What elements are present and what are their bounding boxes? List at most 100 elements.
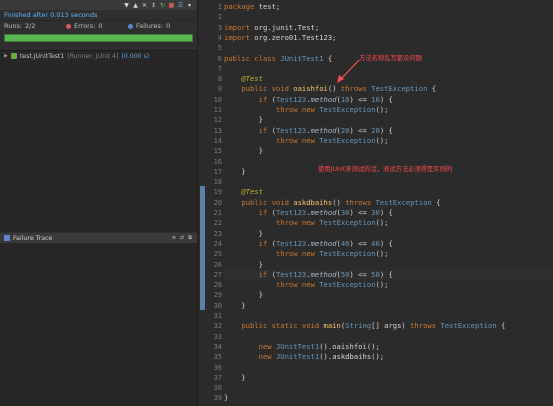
code-line[interactable]: } — [224, 146, 553, 156]
code-line[interactable]: package test; — [224, 2, 553, 12]
line-number: 34 — [213, 342, 222, 351]
code-editor[interactable]: 1 2 3 4 5 6 7 8 9 10 11 12 13 14 15 16 17 18 19 20 21 22 23 24 2… — [199, 0, 553, 406]
line-number: 20 — [213, 198, 222, 207]
line-number: 24 — [213, 239, 222, 248]
line-number: 3 — [217, 23, 222, 32]
line-number: 14 — [213, 136, 222, 145]
line-number: 23 — [213, 229, 222, 238]
line-number: 29 — [213, 291, 222, 300]
code-line[interactable]: if (Test123.method(40) <= 40) { — [224, 239, 553, 249]
code-line[interactable]: } — [224, 229, 553, 239]
line-number: 7 — [217, 64, 222, 73]
annotation-instance-method: 使用JUnit來测试的话，测试方法必须得是实例的 — [318, 166, 453, 173]
code-line[interactable]: throw new TestException(); — [224, 218, 553, 228]
line-number: 6 — [217, 54, 222, 63]
line-number: 9 — [217, 85, 222, 94]
code-line[interactable] — [224, 383, 553, 393]
code-line[interactable]: import org.junit.Test; — [224, 23, 553, 33]
code-line[interactable] — [224, 12, 553, 22]
code-line[interactable]: } — [224, 260, 553, 270]
line-number: 13 — [213, 126, 222, 135]
code-line[interactable]: new JUnitTest1().askdbaihs(); — [224, 352, 553, 362]
line-number: 2 — [217, 13, 222, 22]
run-counters: Runs: 2/2 Errors: 0 Failures: 0 — [0, 20, 197, 31]
rerun-test-icon[interactable]: ↻ — [159, 2, 166, 9]
tree-item-test-class[interactable]: ▶ test.JUnitTest1 [Runner: JUnit 4] (0.0… — [0, 51, 197, 61]
failure-trace-icon — [4, 235, 10, 241]
code-line[interactable]: import org.zero01.Test123; — [224, 33, 553, 43]
line-number: 27 — [213, 270, 222, 279]
errors-counter: Errors: 0 — [66, 22, 128, 30]
junit-view: ▼ ▲ ✕ ↕ ↻ ■ ☰ ▾ Finished after 0.013 sec… — [0, 0, 198, 406]
line-number: 19 — [213, 188, 222, 197]
line-number: 21 — [213, 209, 222, 217]
code-line[interactable]: } — [224, 115, 553, 125]
test-tree[interactable]: ▶ test.JUnitTest1 [Runner: JUnit 4] (0.0… — [0, 50, 197, 232]
line-number: 36 — [213, 363, 222, 372]
next-failure-icon[interactable]: ▼ — [123, 2, 130, 9]
code-line[interactable] — [224, 363, 553, 373]
progress-bar-wrap — [0, 31, 197, 45]
code-line[interactable]: public void oaishfoi() throws TestExcept… — [224, 84, 553, 94]
line-number: 11 — [213, 106, 222, 114]
failures-counter: Failures: 0 — [128, 22, 190, 30]
line-number: 1 — [217, 3, 222, 11]
code-line[interactable]: throw new TestException(); — [224, 280, 553, 290]
scroll-lock-icon[interactable]: ↕ — [150, 2, 157, 9]
code-line[interactable]: throw new TestException(); — [224, 136, 553, 146]
code-line[interactable]: throw new TestException(); — [224, 105, 553, 115]
code-line[interactable]: } — [224, 290, 553, 300]
code-line[interactable]: } — [224, 393, 553, 403]
code-line[interactable]: if (Test123.method(50) <= 50) { — [224, 269, 553, 281]
compare-results-icon[interactable]: ⇄ — [179, 235, 185, 241]
show-failures-only-icon[interactable]: ✕ — [141, 2, 148, 9]
code-line[interactable]: @Test — [224, 187, 553, 197]
code-line[interactable]: public void askdbaihs() throws TestExcep… — [224, 198, 553, 208]
line-number: 12 — [213, 116, 222, 125]
line-number: 16 — [213, 157, 222, 166]
line-number: 37 — [213, 373, 222, 382]
line-number: 22 — [213, 219, 222, 228]
code-line[interactable]: } — [224, 301, 553, 311]
error-icon — [66, 23, 71, 29]
line-number: 18 — [213, 178, 222, 187]
failure-trace-body[interactable] — [0, 243, 197, 406]
code-line[interactable]: public static void main(String[] args) t… — [224, 321, 553, 331]
line-number: 33 — [213, 332, 222, 341]
failures-label: Failures: — [136, 22, 163, 30]
failure-trace-header: Failure Trace ≡ ⇄ ⧉ — [0, 233, 197, 243]
run-status: Finished after 0.013 seconds — [0, 10, 197, 20]
line-number: 30 — [213, 301, 222, 310]
view-menu-icon[interactable]: ▾ — [186, 2, 193, 9]
code-line[interactable]: @Test — [224, 74, 553, 84]
errors-label: Errors: — [74, 22, 96, 30]
line-number: 38 — [213, 384, 222, 393]
failure-icon — [128, 23, 133, 29]
line-number: 8 — [217, 75, 222, 84]
code-line[interactable]: if (Test123.method(10) <= 10) { — [224, 95, 553, 105]
copy-trace-icon[interactable]: ⧉ — [187, 235, 193, 241]
test-time: (0.000 s) — [121, 52, 150, 60]
line-number: 15 — [213, 147, 222, 156]
failure-trace-title: Failure Trace — [13, 234, 53, 242]
code-line[interactable]: if (Test123.method(30) <= 30) { — [224, 208, 553, 218]
failure-trace-actions: ≡ ⇄ ⧉ — [171, 235, 197, 241]
history-icon[interactable]: ☰ — [177, 2, 184, 9]
code-line[interactable]: throw new TestException(); — [224, 249, 553, 259]
stop-test-icon[interactable]: ■ — [168, 2, 175, 9]
code-line[interactable]: if (Test123.method(20) <= 20) { — [224, 126, 553, 136]
line-number: 31 — [213, 312, 222, 320]
code-line[interactable] — [224, 332, 553, 342]
filter-stack-icon[interactable]: ≡ — [171, 235, 177, 241]
code-line[interactable] — [224, 311, 553, 321]
code-line[interactable]: new JUnitTest1().oaishfoi(); — [224, 342, 553, 352]
code-line[interactable] — [224, 64, 553, 74]
runs-value: 2/2 — [25, 22, 36, 30]
code-line[interactable] — [224, 177, 553, 187]
test-class-icon — [10, 53, 17, 59]
previous-failure-icon[interactable]: ▲ — [132, 2, 139, 9]
code-line[interactable]: } — [224, 373, 553, 383]
line-number: 26 — [213, 260, 222, 269]
code-line[interactable] — [224, 43, 553, 53]
expand-arrow-icon[interactable]: ▶ — [4, 53, 8, 59]
